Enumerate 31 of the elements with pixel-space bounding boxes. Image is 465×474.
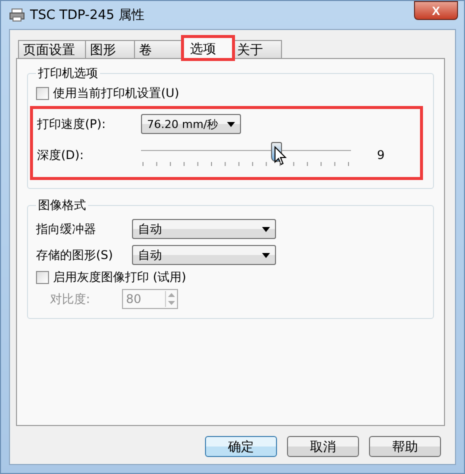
field-label: 指向缓冲器 [36, 220, 97, 238]
checkbox-label: 使用当前打印机设置(U) [53, 84, 180, 102]
field-label: 打印速度(P): [37, 116, 107, 132]
checkbox[interactable] [36, 270, 49, 284]
dropdown[interactable]: 自动 [132, 219, 276, 239]
cursor-icon [274, 146, 287, 166]
window-title: TSC TDP-245 属性 [30, 7, 145, 24]
group-title: 打印机选项 [37, 65, 99, 82]
printer-icon [9, 8, 25, 22]
dropdown-arrow-icon [227, 122, 235, 126]
dialog-button[interactable]: 取消 [287, 436, 359, 457]
tab[interactable]: 选项 [183, 37, 233, 59]
dialog-button[interactable]: 确定 [205, 436, 277, 457]
dropdown-arrow-icon [262, 226, 270, 232]
spin-up-icon[interactable] [166, 291, 177, 299]
tab[interactable]: 图形 [85, 40, 135, 58]
dialog-button[interactable]: 帮助 [369, 436, 441, 457]
slider-value: 9 [377, 148, 385, 162]
tab[interactable]: 卷 [134, 40, 184, 58]
field-label: 深度(D): [37, 146, 85, 164]
field-label: 对比度: [50, 290, 92, 308]
tab[interactable]: 页面设置 [18, 40, 86, 58]
checkbox-label: 启用灰度图像打印 (试用) [53, 268, 186, 286]
dropdown-arrow-icon [262, 252, 270, 258]
group-title: 图像格式 [37, 197, 87, 214]
speed-dropdown[interactable]: 76.20 mm/秒 [141, 114, 241, 134]
dropdown[interactable]: 自动 [132, 245, 276, 265]
checkbox[interactable] [36, 86, 49, 100]
spin-down-icon[interactable] [166, 299, 177, 307]
field-label: 存储的图形(S) [36, 246, 114, 264]
tab[interactable]: 关于 [232, 40, 282, 58]
